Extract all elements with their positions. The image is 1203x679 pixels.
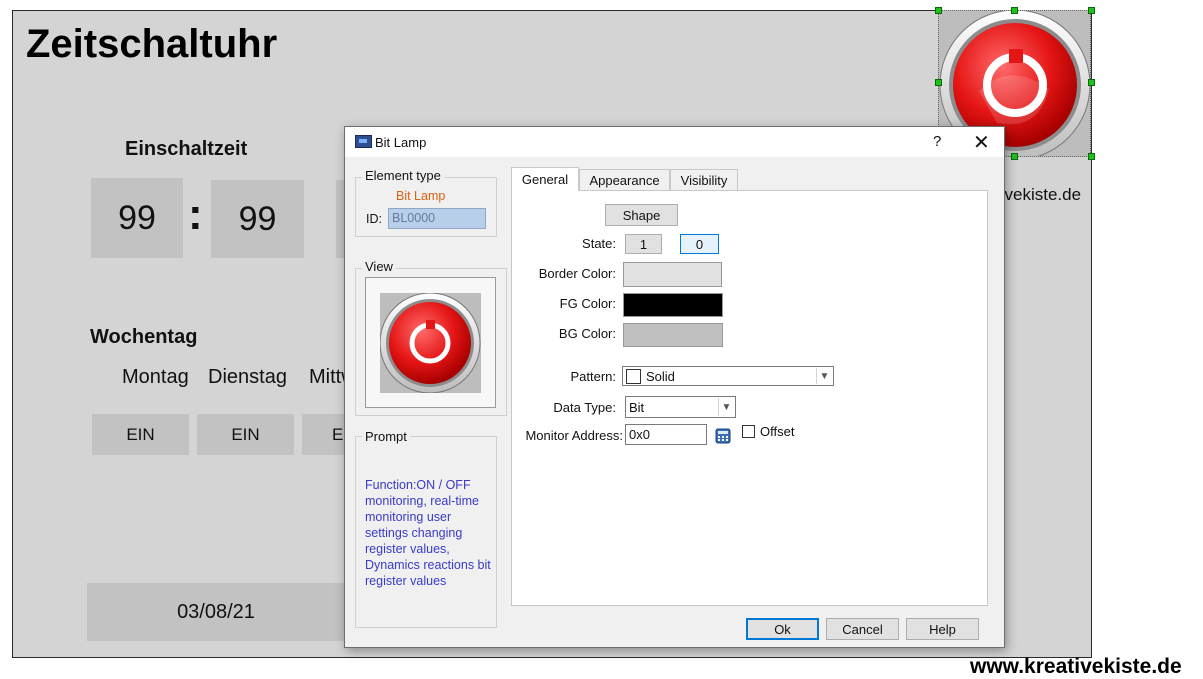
date-display: 03/08/21 — [87, 583, 345, 641]
wochentag-label: Wochentag — [90, 326, 198, 348]
chevron-down-icon[interactable]: ▼ — [816, 368, 832, 384]
pattern-swatch — [626, 368, 641, 384]
bit-lamp-dialog: Bit Lamp ? ✕ Element type Bit Lamp ID: B… — [344, 126, 1005, 648]
data-type-select[interactable]: Bit ▼ — [625, 396, 736, 418]
ein-button-dienstag[interactable]: EIN — [197, 414, 294, 455]
border-color-label: Border Color: — [538, 266, 616, 281]
prompt-label: Prompt — [362, 429, 410, 444]
state-1-button[interactable]: 1 — [625, 234, 662, 254]
prompt-text: Function:ON / OFF monitoring, real-time … — [365, 478, 491, 588]
tab-visibility[interactable]: Visibility — [670, 169, 738, 191]
pattern-select[interactable]: Solid ▼ — [622, 366, 834, 386]
fg-color-swatch[interactable] — [623, 293, 723, 317]
watermark-partial: tivekiste.de — [996, 185, 1082, 204]
watermark: www.kreativekiste.de — [970, 655, 1182, 678]
state-0-button[interactable]: 0 — [680, 234, 719, 254]
border-color-swatch[interactable] — [623, 262, 722, 287]
state-label: State: — [582, 236, 616, 251]
fg-color-label: FG Color: — [559, 296, 616, 311]
monitor-address-label: Monitor Address: — [525, 428, 623, 443]
ein-button-montag[interactable]: EIN — [92, 414, 189, 455]
ein-button-mittwoch[interactable]: E — [302, 414, 344, 455]
lamp-preview — [365, 277, 496, 408]
data-type-label: Data Type: — [553, 400, 616, 415]
data-type-value: Bit — [629, 399, 645, 415]
resize-handle[interactable] — [1088, 79, 1095, 86]
lamp-preview-bg — [379, 292, 481, 394]
resize-handle[interactable] — [1011, 153, 1018, 160]
resize-handle[interactable] — [1011, 7, 1018, 14]
dialog-titlebar[interactable]: Bit Lamp ? ✕ — [345, 127, 1004, 157]
resize-handle[interactable] — [1088, 7, 1095, 14]
pattern-value: Solid — [646, 368, 675, 384]
close-icon[interactable]: ✕ — [973, 130, 990, 155]
time-colon: : — [188, 190, 203, 239]
minutes-display[interactable]: 99 — [211, 180, 304, 258]
bg-color-label: BG Color: — [558, 326, 616, 341]
dialog-title: Bit Lamp — [375, 135, 427, 150]
hours-display[interactable]: 99 — [91, 178, 183, 258]
pattern-label: Pattern: — [570, 369, 616, 384]
shape-button[interactable]: Shape — [605, 204, 678, 226]
resize-handle[interactable] — [935, 79, 942, 86]
bg-color-swatch[interactable] — [623, 323, 723, 347]
chevron-down-icon[interactable]: ▼ — [718, 398, 734, 416]
offset-checkbox[interactable] — [742, 425, 755, 438]
id-field: BL0000 — [388, 208, 486, 229]
cancel-button[interactable]: Cancel — [826, 618, 899, 640]
element-type-name: Bit Lamp — [396, 189, 446, 203]
view-label: View — [362, 259, 396, 274]
offset-label: Offset — [760, 424, 795, 439]
general-tab-panel — [511, 190, 988, 606]
element-type-label: Element type — [362, 168, 444, 183]
help-icon[interactable]: ? — [933, 133, 941, 150]
tab-appearance[interactable]: Appearance — [579, 169, 670, 191]
ok-button[interactable]: Ok — [746, 618, 819, 640]
id-label: ID: — [366, 212, 382, 226]
day-label-montag: Montag — [122, 366, 189, 388]
lamp-icon — [379, 292, 481, 394]
app-icon — [355, 135, 372, 148]
help-button[interactable]: Help — [906, 618, 979, 640]
einschaltzeit-label: Einschaltzeit — [125, 138, 248, 160]
resize-handle[interactable] — [935, 7, 942, 14]
resize-handle[interactable] — [1088, 153, 1095, 160]
calculator-icon[interactable] — [715, 428, 731, 444]
tab-general[interactable]: General — [511, 167, 579, 191]
day-label-dienstag: Dienstag — [208, 366, 287, 388]
monitor-address-input[interactable]: 0x0 — [625, 424, 707, 445]
screen-title: Zeitschaltuhr — [26, 22, 278, 66]
